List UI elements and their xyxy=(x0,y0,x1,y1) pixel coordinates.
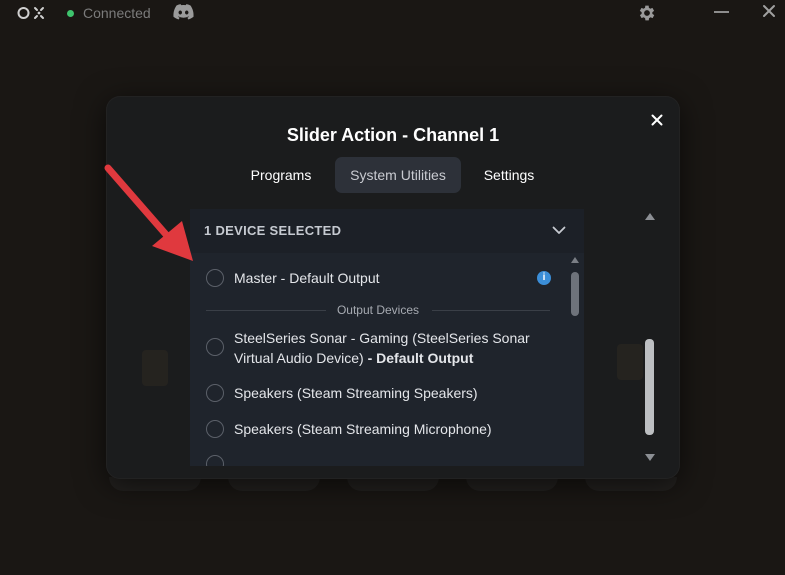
scroll-down-icon[interactable] xyxy=(645,454,655,461)
list-item-steam-speakers[interactable]: Speakers (Steam Streaming Speakers) xyxy=(206,383,556,405)
slider-action-modal: Slider Action - Channel 1 Programs Syste… xyxy=(106,96,680,479)
discord-icon[interactable] xyxy=(173,4,194,20)
slider-knob xyxy=(617,344,643,380)
channel-slot xyxy=(466,477,558,491)
app-logo-icon xyxy=(17,7,44,19)
close-icon[interactable] xyxy=(762,4,776,18)
modal-title: Slider Action - Channel 1 xyxy=(286,125,500,145)
minimize-icon[interactable] xyxy=(714,11,729,13)
channel-slot xyxy=(347,477,439,491)
info-icon[interactable]: i xyxy=(537,271,551,285)
chevron-down-icon[interactable] xyxy=(552,225,566,235)
device-dropdown: 1 DEVICE SELECTED Master - Default Outpu… xyxy=(190,209,584,466)
radio-button[interactable] xyxy=(206,269,224,287)
tab-programs[interactable]: Programs xyxy=(242,157,320,193)
device-label: Master - Default Output xyxy=(234,270,380,286)
default-output-tag: - Default Output xyxy=(367,350,474,366)
dropdown-header[interactable]: 1 DEVICE SELECTED xyxy=(190,209,584,253)
connection-status-dot xyxy=(67,10,74,17)
device-label-line2: Virtual Audio Device) xyxy=(234,350,364,366)
title-bar: Connected xyxy=(0,0,785,26)
list-item-partial[interactable] xyxy=(206,454,556,466)
divider-line xyxy=(432,310,550,311)
selection-count-label: 1 DEVICE SELECTED xyxy=(204,223,342,238)
device-label: Speakers (Steam Streaming Microphone) xyxy=(234,421,492,437)
scroll-up-icon[interactable] xyxy=(571,257,579,263)
channel-slot xyxy=(228,477,320,491)
list-item-steelseries-sonar[interactable]: SteelSeries Sonar - Gaming (SteelSeries … xyxy=(206,326,556,368)
radio-button[interactable] xyxy=(206,455,224,466)
device-label: SteelSeries Sonar - Gaming (SteelSeries … xyxy=(234,328,530,368)
slider-knob xyxy=(142,350,168,386)
annotation-arrow-icon xyxy=(104,164,193,261)
radio-button[interactable] xyxy=(206,420,224,438)
gear-icon[interactable] xyxy=(637,3,657,23)
connection-status-text: Connected xyxy=(83,5,151,21)
scroll-up-icon[interactable] xyxy=(645,213,655,220)
tab-settings[interactable]: Settings xyxy=(472,157,546,193)
section-divider-output-devices: Output Devices xyxy=(206,303,550,317)
device-label: Speakers (Steam Streaming Speakers) xyxy=(234,385,478,401)
scrollbar-thumb[interactable] xyxy=(571,272,579,316)
list-item-master-output[interactable]: Master - Default Output i xyxy=(206,267,556,289)
list-scrollbar[interactable] xyxy=(568,253,582,466)
tab-system-utilities[interactable]: System Utilities xyxy=(335,157,461,193)
scrollbar-thumb[interactable] xyxy=(645,339,654,435)
list-item-steam-microphone[interactable]: Speakers (Steam Streaming Microphone) xyxy=(206,419,556,441)
radio-button[interactable] xyxy=(206,384,224,402)
channel-slot xyxy=(585,477,677,491)
radio-button[interactable] xyxy=(206,338,224,356)
device-label-line1: SteelSeries Sonar - Gaming (SteelSeries … xyxy=(234,330,530,346)
modal-scrollbar[interactable] xyxy=(642,209,656,467)
channel-slot xyxy=(109,477,201,491)
device-list: Master - Default Output i Output Devices… xyxy=(190,253,566,466)
